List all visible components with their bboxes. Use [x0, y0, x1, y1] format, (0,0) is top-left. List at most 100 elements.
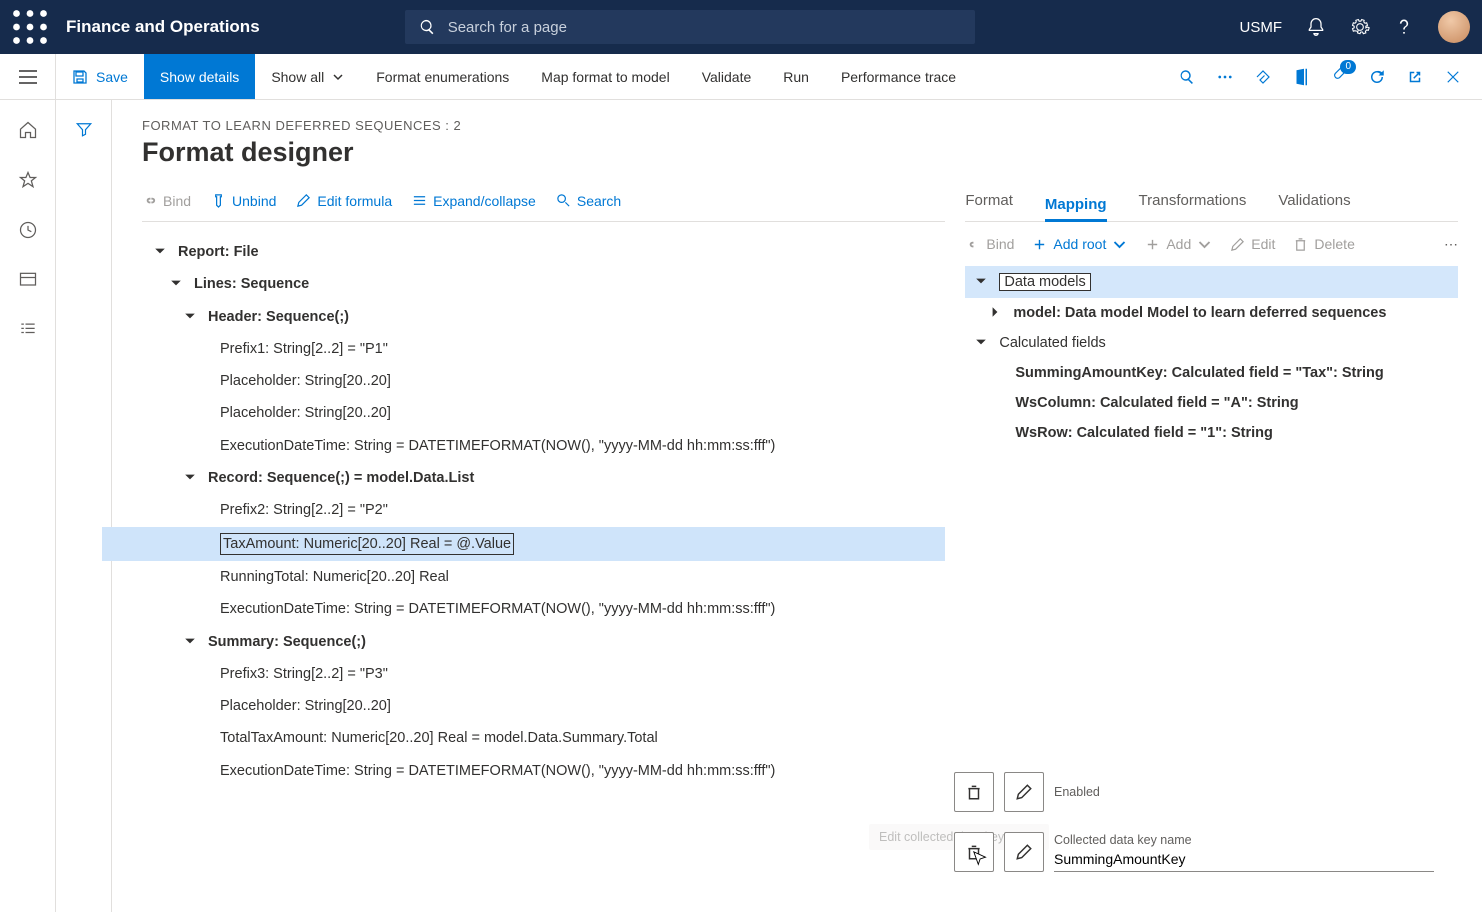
tree-node-report[interactable]: Report: File	[142, 236, 945, 268]
more-icon[interactable]	[1216, 68, 1234, 86]
tab-validations[interactable]: Validations	[1278, 192, 1350, 215]
delete-collected-button[interactable]	[954, 832, 994, 872]
tree-label: Header: Sequence(;)	[208, 307, 349, 327]
bind-label: Bind	[163, 193, 191, 209]
tree-node-taxamount[interactable]: TaxAmount: Numeric[20..20] Real = @.Valu…	[102, 527, 945, 561]
validate-label: Validate	[702, 69, 752, 85]
attachments-badge[interactable]: 0	[1330, 66, 1348, 87]
caret-down-icon	[184, 635, 198, 649]
tree-node-lines[interactable]: Lines: Sequence	[142, 268, 945, 300]
tree-node[interactable]: ExecutionDateTime: String = DATETIMEFORM…	[142, 755, 945, 787]
help-icon[interactable]	[1394, 17, 1414, 37]
enabled-label: Enabled	[1054, 785, 1434, 799]
office-icon[interactable]	[1292, 68, 1310, 86]
rtree-node[interactable]: WsRow: Calculated field = "1": String	[965, 418, 1458, 448]
collected-input[interactable]	[1054, 847, 1434, 872]
collected-label: Collected data key name	[1054, 833, 1434, 847]
workspace-icon[interactable]	[18, 270, 38, 290]
rtree-label: Calculated fields	[999, 335, 1105, 351]
tab-mapping[interactable]: Mapping	[1045, 196, 1107, 222]
perf-trace-label: Performance trace	[841, 69, 956, 85]
more-icon[interactable]: ⋯	[1444, 236, 1458, 253]
perf-trace-button[interactable]: Performance trace	[825, 54, 972, 99]
tree-node[interactable]: TotalTaxAmount: Numeric[20..20] Real = m…	[142, 722, 945, 754]
delete-enabled-button[interactable]	[954, 772, 994, 812]
add-button[interactable]: Add	[1145, 236, 1212, 252]
search-small-icon[interactable]	[1178, 68, 1196, 86]
expand-collapse-button[interactable]: Expand/collapse	[412, 193, 536, 209]
tab-format[interactable]: Format	[965, 192, 1013, 215]
tab-transformations[interactable]: Transformations	[1139, 192, 1247, 215]
popout-icon[interactable]	[1406, 68, 1424, 86]
edit-button[interactable]: Edit	[1230, 236, 1275, 252]
tree-label: Record: Sequence(;) = model.Data.List	[208, 468, 474, 488]
format-enum-button[interactable]: Format enumerations	[360, 54, 525, 99]
tree-label: Summary: Sequence(;)	[208, 632, 366, 652]
rtree-node[interactable]: WsColumn: Calculated field = "A": String	[965, 388, 1458, 418]
tree-node[interactable]: Placeholder: String[20..20]	[142, 365, 945, 397]
bind-right-button[interactable]: Bind	[965, 236, 1014, 252]
rtree-node-calcfields[interactable]: Calculated fields	[965, 328, 1458, 358]
map-format-button[interactable]: Map format to model	[525, 54, 685, 99]
tree-node-header[interactable]: Header: Sequence(;)	[142, 301, 945, 333]
chevron-down-icon	[1112, 237, 1127, 252]
add-root-button[interactable]: Add root	[1032, 236, 1127, 252]
caret-down-icon	[975, 336, 989, 350]
show-all-button[interactable]: Show all	[255, 54, 360, 99]
validate-button[interactable]: Validate	[686, 54, 768, 99]
tree-node-summary[interactable]: Summary: Sequence(;)	[142, 626, 945, 658]
star-icon[interactable]	[18, 170, 38, 190]
tree-label: TaxAmount: Numeric[20..20] Real = @.Valu…	[220, 533, 514, 555]
tree-node[interactable]: Placeholder: String[20..20]	[142, 690, 945, 722]
run-button[interactable]: Run	[767, 54, 825, 99]
gear-icon[interactable]	[1350, 17, 1370, 37]
rtree-node-datamodels[interactable]: Data models	[965, 266, 1458, 298]
tree-node-record[interactable]: Record: Sequence(;) = model.Data.List	[142, 462, 945, 494]
filter-icon[interactable]	[75, 120, 93, 138]
unbind-button[interactable]: Unbind	[211, 193, 276, 209]
global-search[interactable]	[405, 10, 975, 44]
nav-toggle-icon[interactable]	[0, 54, 56, 99]
recent-icon[interactable]	[18, 220, 38, 240]
save-label: Save	[96, 69, 128, 85]
caret-down-icon	[975, 275, 989, 289]
tree-search-button[interactable]: Search	[556, 193, 621, 209]
bell-icon[interactable]	[1306, 17, 1326, 37]
tree-label: Prefix3: String[2..2] = "P3"	[220, 664, 388, 684]
company-label[interactable]: USMF	[1240, 19, 1283, 36]
tree-node[interactable]: Placeholder: String[20..20]	[142, 397, 945, 429]
caret-right-icon	[989, 306, 1003, 320]
search-input[interactable]	[448, 19, 961, 36]
tree-node[interactable]: Prefix1: String[2..2] = "P1"	[142, 333, 945, 365]
rtree-label: model: Data model Model to learn deferre…	[1013, 305, 1386, 321]
tree-node[interactable]: ExecutionDateTime: String = DATETIMEFORM…	[142, 430, 945, 462]
rtree-label: WsRow: Calculated field = "1": String	[1015, 425, 1272, 441]
rtree-node[interactable]: SummingAmountKey: Calculated field = "Ta…	[965, 358, 1458, 388]
close-icon[interactable]	[1444, 68, 1462, 86]
modules-icon[interactable]	[18, 320, 38, 340]
home-icon[interactable]	[18, 120, 38, 140]
save-button[interactable]: Save	[56, 54, 144, 99]
attach-icon[interactable]	[1254, 68, 1272, 86]
app-launcher-icon[interactable]	[12, 9, 48, 45]
edit-enabled-button[interactable]	[1004, 772, 1044, 812]
tree-label: Lines: Sequence	[194, 274, 309, 294]
tree-node[interactable]: RunningTotal: Numeric[20..20] Real	[142, 561, 945, 593]
refresh-icon[interactable]	[1368, 68, 1386, 86]
tree-node[interactable]: Prefix3: String[2..2] = "P3"	[142, 658, 945, 690]
rtree-node-model[interactable]: model: Data model Model to learn deferre…	[965, 298, 1458, 328]
run-label: Run	[783, 69, 809, 85]
tree-node[interactable]: Prefix2: String[2..2] = "P2"	[142, 494, 945, 526]
delete-button[interactable]: Delete	[1293, 236, 1354, 252]
chevron-down-icon	[1197, 237, 1212, 252]
bind-button[interactable]: Bind	[142, 193, 191, 209]
edit-collected-button[interactable]	[1004, 832, 1044, 872]
tree-search-label: Search	[577, 193, 621, 209]
tree-node[interactable]: ExecutionDateTime: String = DATETIMEFORM…	[142, 593, 945, 625]
rtree-label: Data models	[999, 273, 1090, 291]
rtree-label: WsColumn: Calculated field = "A": String	[1015, 395, 1298, 411]
avatar[interactable]	[1438, 11, 1470, 43]
chevron-down-icon	[332, 71, 344, 83]
edit-formula-button[interactable]: Edit formula	[296, 193, 392, 209]
show-details-button[interactable]: Show details	[144, 54, 255, 99]
